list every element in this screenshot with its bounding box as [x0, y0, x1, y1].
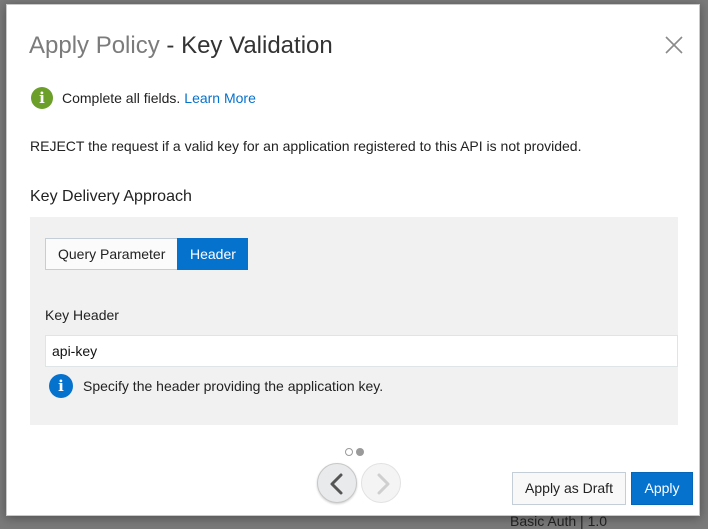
delivery-approach-toggle: Query Parameter Header — [45, 238, 248, 270]
query-parameter-option[interactable]: Query Parameter — [45, 238, 177, 270]
next-button[interactable] — [361, 463, 401, 503]
apply-as-draft-button[interactable]: Apply as Draft — [512, 472, 626, 505]
key-header-label: Key Header — [45, 307, 119, 323]
section-heading: Key Delivery Approach — [30, 188, 192, 205]
apply-policy-dialog: Apply Policy - Key Validation i Complete… — [6, 4, 700, 516]
apply-button[interactable]: Apply — [631, 472, 693, 505]
page-dot-1[interactable] — [345, 448, 353, 456]
info-banner: i Complete all fields. Learn More — [31, 86, 256, 110]
key-header-input[interactable] — [45, 335, 678, 367]
chevron-left-icon — [330, 473, 343, 495]
info-icon: i — [31, 87, 53, 109]
info-icon: i — [49, 374, 73, 398]
page-dot-2[interactable] — [356, 448, 364, 456]
policy-description: REJECT the request if a valid key for an… — [30, 138, 582, 154]
field-hint: i Specify the header providing the appli… — [49, 374, 383, 398]
dialog-title: Apply Policy - Key Validation — [29, 31, 333, 61]
previous-button[interactable] — [317, 463, 357, 503]
info-message: Complete all fields. — [62, 90, 181, 106]
dialog-title-policy: - Key Validation — [159, 32, 333, 59]
close-icon — [665, 36, 683, 54]
header-option[interactable]: Header — [177, 238, 248, 270]
chevron-right-icon — [377, 473, 390, 495]
close-button[interactable] — [663, 34, 685, 56]
dialog-title-main: Apply Policy — [29, 32, 160, 59]
hint-text: Specify the header providing the applica… — [83, 378, 384, 394]
key-delivery-panel: Query Parameter Header Key Header i Spec… — [30, 217, 678, 425]
learn-more-link[interactable]: Learn More — [184, 90, 256, 106]
pagination-dots — [345, 448, 364, 456]
